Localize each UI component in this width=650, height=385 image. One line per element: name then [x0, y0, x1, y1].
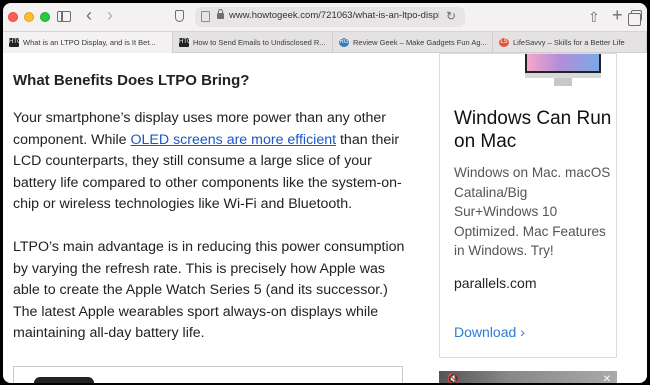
ad-cta-label: Download: [454, 324, 517, 340]
sidebar-ad[interactable]: Windows Can Run on Mac Windows on Mac. m…: [439, 53, 617, 358]
article-paragraph: LTPO’s main advantage is in reducing thi…: [13, 239, 405, 341]
mute-icon[interactable]: 🔇: [447, 374, 459, 383]
tab-ltpo-article[interactable]: HTG What is an LTPO Display, and is It B…: [3, 32, 173, 53]
second-ad[interactable]: 🔇 ✕: [439, 371, 617, 383]
privacy-shield-icon[interactable]: [175, 10, 184, 22]
tab-lifesavvy[interactable]: LS LifeSavvy – Skills for a Better Life: [493, 32, 647, 53]
lifesavvy-favicon-icon: LS: [499, 38, 509, 47]
tab-title: Review Geek – Make Gadgets Fun Ag...: [353, 38, 487, 47]
ad-headline[interactable]: Windows Can Run on Mac: [454, 107, 614, 153]
sidebar-icon[interactable]: [57, 11, 71, 22]
review-geek-favicon-icon: RG: [339, 38, 349, 47]
lock-icon: [217, 9, 224, 19]
imac-image: [525, 54, 601, 73]
toolbar: ‹ › www.howtogeek.com/721063/what-is-an-…: [3, 3, 647, 31]
tab-send-emails[interactable]: HTG How to Send Emails to Undisclosed R.…: [173, 32, 333, 53]
article-paragraph: Your smartphone’s display uses more powe…: [13, 108, 413, 216]
tab-title: How to Send Emails to Undisclosed R...: [193, 38, 326, 47]
minimize-window-button[interactable]: [24, 12, 34, 22]
address-bar[interactable]: www.howtogeek.com/721063/what-is-an-ltpo…: [195, 7, 465, 27]
page-menu-icon[interactable]: [201, 11, 210, 22]
tab-bar: HTG What is an LTPO Display, and is It B…: [3, 31, 647, 53]
tab-title: What is an LTPO Display, and is It Bet..…: [23, 38, 156, 47]
article-image: [13, 366, 403, 383]
imac-stand: [554, 78, 572, 86]
tab-review-geek[interactable]: RG Review Geek – Make Gadgets Fun Ag...: [333, 32, 493, 53]
article-heading: What Benefits Does LTPO Bring?: [13, 72, 250, 89]
url-text[interactable]: www.howtogeek.com/721063/what-is-an-ltpo…: [229, 10, 439, 24]
chevron-right-icon: ›: [520, 324, 525, 340]
new-tab-icon[interactable]: +: [612, 6, 623, 24]
browser-window: ‹ › www.howtogeek.com/721063/what-is-an-…: [3, 3, 647, 383]
share-icon[interactable]: ⇧: [588, 8, 600, 26]
page-content: What Benefits Does LTPO Bring? Your smar…: [3, 53, 647, 383]
close-window-button[interactable]: [8, 12, 18, 22]
chevron-right-icon[interactable]: ›: [107, 6, 113, 24]
ad-body: Windows on Mac. macOS Catalina/Big Sur+W…: [454, 165, 611, 258]
ad-domain: parallels.com: [454, 275, 537, 291]
chevron-left-icon[interactable]: ‹: [86, 6, 92, 24]
tab-overview-icon[interactable]: [628, 10, 642, 26]
ad-download-link[interactable]: Download ›: [454, 324, 525, 340]
htg-favicon-icon: HTG: [179, 38, 192, 47]
close-icon[interactable]: ✕: [603, 374, 611, 383]
maximize-window-button[interactable]: [40, 12, 50, 22]
device-image: [34, 377, 94, 383]
tab-title: LifeSavvy – Skills for a Better Life: [513, 38, 625, 47]
reload-icon[interactable]: ↻: [446, 9, 456, 23]
oled-efficiency-link[interactable]: OLED screens are more efficient: [131, 132, 337, 148]
htg-favicon-icon: HTG: [9, 38, 22, 47]
